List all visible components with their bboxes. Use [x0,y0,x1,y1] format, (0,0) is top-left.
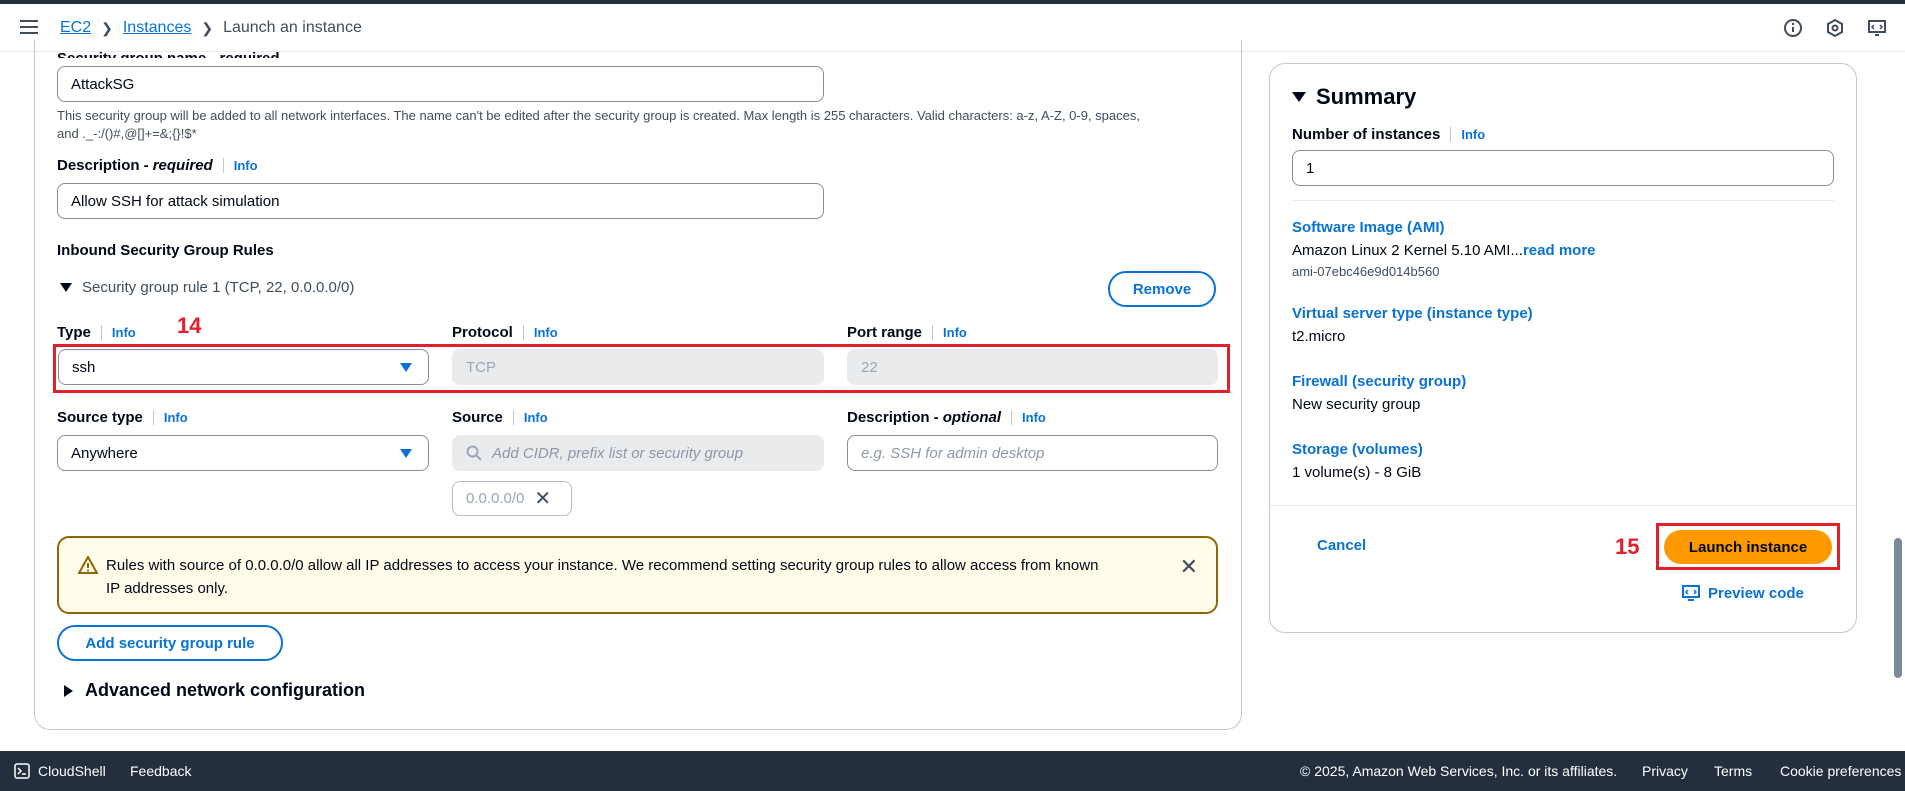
breadcrumb: EC2 ❯ Instances ❯ Launch an instance [60,19,362,37]
breadcrumb-current: Launch an instance [223,19,362,36]
breadcrumb-ec2[interactable]: EC2 [60,19,91,37]
instance-type-value: t2.micro [1292,328,1346,345]
cloudshell-label: CloudShell [38,763,106,779]
summary-toggle[interactable]: Summary [1292,84,1416,110]
rule-description-input[interactable]: e.g. SSH for admin desktop [847,435,1218,471]
instance-type-link[interactable]: Virtual server type (instance type) [1292,305,1533,322]
protocol-info-link[interactable]: Info [522,325,558,340]
breadcrumb-instances[interactable]: Instances [123,19,191,37]
terms-link[interactable]: Terms [1714,763,1752,779]
source-type-info-link[interactable]: Info [152,410,188,425]
port-info-link[interactable]: Info [932,325,967,340]
warning-icon [78,556,98,574]
annotation-14: 14 [177,313,202,338]
info-circle-icon[interactable] [1783,18,1803,38]
description-input[interactable]: Allow SSH for attack simulation [57,183,824,219]
cookie-preferences-link[interactable]: Cookie preferences [1780,763,1901,779]
num-instances-info-link[interactable]: Info [1450,127,1485,142]
sg-name-help: This security group will be added to all… [57,107,1227,143]
sg-name-label: Security group name - required [57,40,280,58]
caret-down-icon [60,283,72,292]
advanced-network-label: Advanced network configuration [85,680,366,700]
rule-description-label: Description - optional Info [847,409,1046,426]
source-search-input[interactable]: Add CIDR, prefix list or security group [452,435,824,471]
privacy-link[interactable]: Privacy [1642,763,1688,779]
port-range-label: Port range Info [847,324,967,341]
type-info-link[interactable]: Info [100,325,136,340]
protocol-label: Protocol Info [452,324,558,341]
rule-1-title: Security group rule 1 (TCP, 22, 0.0.0.0/… [82,279,355,296]
warning-text: Rules with source of 0.0.0.0/0 allow all… [106,557,1099,597]
menu-icon[interactable] [20,20,38,36]
num-instances-input[interactable]: 1 [1292,150,1834,186]
rule-description-info-link[interactable]: Info [1011,410,1046,425]
sg-name-value: AttackSG [71,75,135,93]
num-instances-label: Number of instances Info [1292,126,1486,143]
description-info-link[interactable]: Info [222,158,258,173]
advanced-network-toggle[interactable]: Advanced network configuration [64,680,365,701]
preview-code-label: Preview code [1708,584,1804,602]
rule-description-placeholder: e.g. SSH for admin desktop [861,444,1045,462]
description-label: Description - required Info [57,157,258,174]
divider [1270,505,1856,506]
scrollbar-thumb[interactable] [1894,538,1902,678]
storage-value: 1 volume(s) - 8 GiB [1292,464,1422,481]
add-security-group-rule-button[interactable]: Add security group rule [57,625,283,661]
caret-right-icon [64,684,73,697]
copyright-text: © 2025, Amazon Web Services, Inc. or its… [1300,763,1618,779]
ami-id: ami-07ebc46e9d014b560 [1292,264,1440,279]
summary-panel: Summary Number of instances Info 1 Softwa… [1269,63,1857,633]
source-label: Source Info [452,409,548,426]
preview-code-icon [1682,585,1700,601]
firewall-link[interactable]: Firewall (security group) [1292,373,1466,390]
summary-title: Summary [1316,84,1417,109]
code-preview-icon[interactable] [1867,18,1887,38]
feedback-link[interactable]: Feedback [130,763,191,779]
chevron-right-icon: ❯ [201,19,214,36]
source-type-label: Source type Info [57,409,188,426]
firewall-value: New security group [1292,396,1421,413]
caret-down-icon [1292,92,1306,102]
inbound-rules-heading: Inbound Security Group Rules [57,242,274,259]
open-access-warning: Rules with source of 0.0.0.0/0 allow all… [57,536,1218,614]
remove-rule-button[interactable]: Remove [1108,271,1216,307]
search-icon [466,445,482,461]
cloudshell-button[interactable]: CloudShell [14,763,106,779]
source-token: 0.0.0.0/0 ✕ [452,481,572,516]
source-info-link[interactable]: Info [512,410,548,425]
console-footer: CloudShell Feedback © 2025, Amazon Web S… [0,751,1905,791]
storage-link[interactable]: Storage (volumes) [1292,441,1423,458]
dismiss-warning-icon[interactable]: ✕ [1180,554,1198,580]
sg-help-line2: and ._-:/()#,@[]+=&;{}!$* [57,126,197,141]
preview-code-button[interactable]: Preview code [1682,584,1804,602]
divider [1292,200,1834,201]
ami-value: Amazon Linux 2 Kernel 5.10 AMI...read mo… [1292,242,1596,259]
annotation-box-14 [53,344,1230,393]
sg-help-line1: This security group will be added to all… [57,108,1140,123]
type-label: Type Info [57,324,136,341]
page-scrollbar[interactable] [1891,52,1905,751]
caret-down-icon [400,449,412,458]
source-token-value: 0.0.0.0/0 [466,490,525,507]
source-type-select[interactable]: Anywhere [57,435,429,471]
description-value: Allow SSH for attack simulation [71,192,280,210]
terminal-icon [14,763,30,779]
source-type-value: Anywhere [71,444,138,462]
sg-name-input[interactable]: AttackSG [57,66,824,102]
rule-1-toggle[interactable]: Security group rule 1 (TCP, 22, 0.0.0.0/… [60,279,354,296]
cancel-button[interactable]: Cancel [1317,537,1366,554]
annotation-15: 15 [1615,534,1640,559]
ami-link[interactable]: Software Image (AMI) [1292,219,1445,236]
num-instances-value: 1 [1306,159,1315,177]
settings-hex-icon[interactable] [1825,18,1845,38]
source-placeholder: Add CIDR, prefix list or security group [492,444,743,462]
close-icon[interactable]: ✕ [534,486,551,511]
annotation-box-15 [1656,523,1840,570]
chevron-right-icon: ❯ [101,19,113,36]
read-more-link[interactable]: read more [1523,242,1596,259]
